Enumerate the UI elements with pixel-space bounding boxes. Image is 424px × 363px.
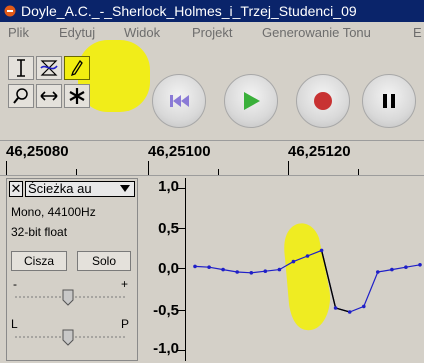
waveform-sample-point[interactable] (263, 269, 268, 273)
multi-tool-icon (69, 88, 85, 104)
waveform-sample-point[interactable] (418, 263, 422, 267)
record-button[interactable] (296, 74, 350, 128)
track-name-menu[interactable]: Ścieżka au (25, 181, 135, 197)
waveform-canvas[interactable] (187, 178, 424, 361)
amplitude-label: 0,0 (158, 260, 179, 277)
waveform-sample-point[interactable] (404, 265, 408, 269)
ruler-label: 46,25120 (288, 143, 351, 160)
waveform-sample-point[interactable] (207, 265, 211, 269)
gain-slider[interactable]: - + (7, 277, 137, 317)
window-title: Doyle_A.C._-_Sherlock_Holmes_i_Trzej_Stu… (21, 3, 357, 19)
ruler-tick (288, 161, 289, 175)
waveform-sample-point[interactable] (347, 310, 352, 314)
draw-highlight (284, 223, 331, 331)
timeshift-tool-button[interactable] (36, 84, 62, 108)
toolbar (0, 40, 424, 140)
pause-icon (383, 94, 395, 108)
zoom-tool-button[interactable] (8, 84, 34, 108)
waveform-sample-point[interactable] (193, 264, 197, 269)
magnifier-icon (13, 88, 28, 104)
timeline-ruler[interactable]: 46,25080 46,25100 46,25120 (0, 140, 424, 176)
waveform-sample-point[interactable] (305, 254, 310, 258)
menu-bar: Plik Edytuj Widok Projekt Generowanie To… (0, 22, 424, 44)
track-control-panel: ✕ Ścieżka au Mono, 44100Hz 32-bit float … (6, 178, 138, 361)
waveform-sample-point[interactable] (291, 259, 296, 264)
play-icon (244, 92, 260, 110)
amplitude-tick (177, 350, 185, 351)
title-bar: Doyle_A.C._-_Sherlock_Holmes_i_Trzej_Stu… (0, 0, 424, 22)
gain-slider-track (15, 289, 127, 306)
pause-button[interactable] (362, 74, 416, 128)
text-cursor-icon (17, 59, 25, 77)
close-track-button[interactable]: ✕ (9, 181, 23, 197)
ruler-tick (358, 169, 359, 175)
mute-button[interactable]: Cisza (11, 251, 67, 271)
ruler-tick (148, 161, 149, 175)
waveform-sample-point[interactable] (249, 271, 254, 275)
waveform-sample-point[interactable] (319, 248, 324, 253)
waveform-sample-point[interactable] (333, 306, 338, 310)
solo-button[interactable]: Solo (77, 251, 131, 271)
selection-tool-button[interactable] (8, 56, 34, 80)
pencil-icon (70, 59, 83, 77)
track-format-rate: Mono, 44100Hz (11, 205, 96, 219)
menu-projekt[interactable]: Projekt (192, 22, 232, 44)
amplitude-ruler: 1,0 0,5 0,0 -0,5 -1,0 (142, 178, 186, 361)
ruler-tick (218, 169, 219, 175)
track-format-bits: 32-bit float (11, 225, 68, 239)
play-button[interactable] (224, 74, 278, 128)
ruler-tick (76, 169, 77, 175)
track-header: ✕ Ścieżka au (7, 179, 137, 201)
envelope-tool-button[interactable] (36, 56, 62, 80)
multi-tool-button[interactable] (64, 84, 90, 108)
amplitude-label: -0,5 (153, 302, 179, 319)
waveform-sample-point[interactable] (221, 267, 225, 272)
envelope-icon (40, 60, 58, 76)
time-shift-icon (40, 91, 58, 101)
waveform-sample-point[interactable] (376, 270, 380, 274)
ruler-tick (6, 161, 7, 175)
pan-slider[interactable]: L P (7, 317, 137, 357)
menu-plik[interactable]: Plik (8, 22, 29, 44)
amplitude-tick (177, 188, 185, 189)
waveform-sample-point[interactable] (390, 267, 394, 272)
amplitude-tick (177, 268, 185, 269)
waveform-sample-point[interactable] (362, 304, 366, 309)
ruler-label: 46,25080 (6, 143, 69, 160)
amplitude-label: 1,0 (158, 178, 179, 195)
menu-overflow[interactable]: E (413, 22, 422, 44)
waveform-sample-point[interactable] (235, 270, 239, 274)
amplitude-tick (177, 310, 185, 311)
skip-to-start-icon (170, 95, 189, 107)
skip-to-start-button[interactable] (152, 74, 206, 128)
track-area: ✕ Ścieżka au Mono, 44100Hz 32-bit float … (0, 176, 424, 363)
waveform-sample-point[interactable] (277, 267, 282, 272)
track-name: Ścieżka au (28, 181, 92, 196)
menu-edytuj[interactable]: Edytuj (59, 22, 95, 44)
pan-slider-track (15, 329, 127, 346)
chevron-down-icon (120, 185, 130, 192)
ruler-label: 46,25100 (148, 143, 211, 160)
amplitude-label: -1,0 (153, 340, 179, 357)
amplitude-tick (177, 228, 185, 229)
tools-toolbar (6, 46, 123, 138)
record-icon (314, 92, 332, 110)
menu-generowanie-tonu[interactable]: Generowanie Tonu (262, 22, 371, 44)
amplitude-label: 0,5 (158, 220, 179, 237)
audacity-app-icon (4, 5, 16, 17)
draw-tool-button[interactable] (64, 56, 90, 80)
